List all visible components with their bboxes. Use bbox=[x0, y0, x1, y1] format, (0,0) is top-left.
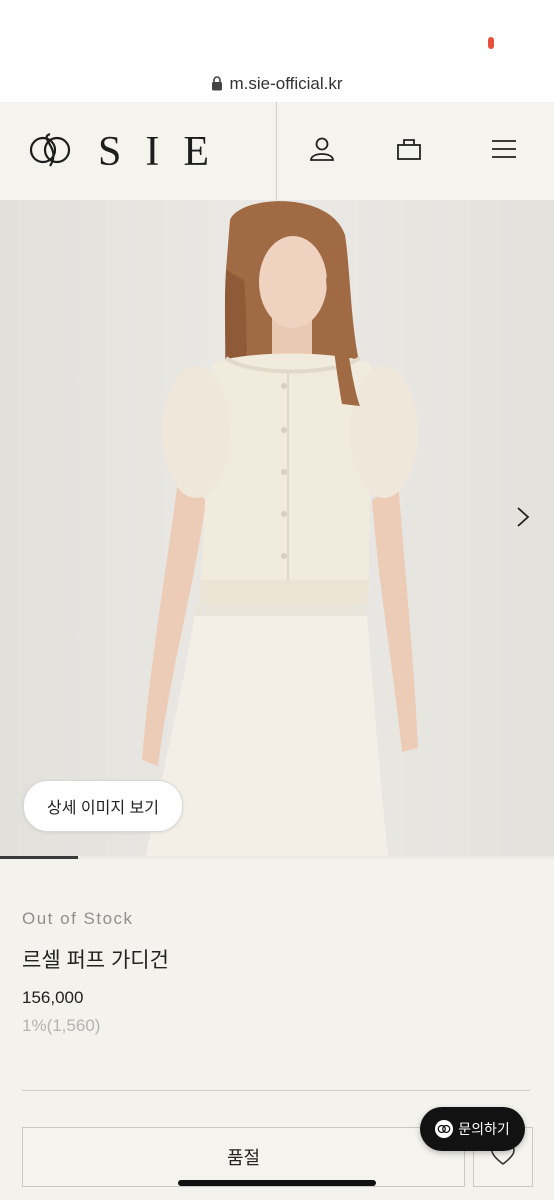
sie-logo-mark-icon bbox=[28, 128, 72, 177]
lock-icon bbox=[211, 76, 223, 96]
inquiry-button[interactable]: 문의하기 bbox=[420, 1107, 525, 1151]
menu-icon bbox=[491, 139, 517, 164]
product-name: 르셀 퍼프 가디건 bbox=[22, 949, 169, 972]
chevron-right-icon bbox=[516, 506, 530, 528]
sold-out-button[interactable]: 품절 bbox=[22, 1127, 465, 1187]
view-detail-images-button[interactable]: 상세 이미지 보기 bbox=[23, 780, 183, 832]
sie-logo-mark-icon bbox=[435, 1120, 454, 1138]
user-icon bbox=[309, 136, 335, 167]
reward-points: 1%(1,560) bbox=[22, 1016, 101, 1035]
bag-icon bbox=[396, 137, 422, 166]
cart-button[interactable] bbox=[393, 135, 425, 167]
gallery-progress-bar bbox=[0, 856, 554, 859]
inquiry-label: 문의하기 bbox=[458, 1121, 510, 1137]
section-divider bbox=[22, 1090, 530, 1091]
next-image-button[interactable] bbox=[508, 500, 538, 534]
gallery-progress-fill bbox=[0, 856, 78, 859]
brand-logo[interactable]: SIE bbox=[28, 128, 233, 177]
url-text: m.sie-official.kr bbox=[229, 74, 343, 93]
product-price: 156,000 bbox=[22, 988, 84, 1007]
home-indicator bbox=[178, 1180, 376, 1186]
account-button[interactable] bbox=[306, 135, 338, 167]
header-divider bbox=[276, 102, 277, 200]
product-image-gallery[interactable]: 상세 이미지 보기 bbox=[0, 200, 554, 856]
stock-status: Out of Stock bbox=[22, 909, 134, 928]
site-header: SIE bbox=[0, 102, 554, 201]
menu-button[interactable] bbox=[488, 135, 520, 167]
recording-indicator bbox=[488, 37, 494, 49]
browser-status-bar: m.sie-official.kr bbox=[0, 0, 554, 102]
product-info: Out of Stock 르셀 퍼프 가디건 156,000 1%(1,560) bbox=[22, 900, 532, 1036]
product-photo bbox=[0, 200, 554, 856]
url-bar[interactable]: m.sie-official.kr bbox=[0, 74, 554, 96]
brand-wordmark: SIE bbox=[98, 129, 233, 175]
